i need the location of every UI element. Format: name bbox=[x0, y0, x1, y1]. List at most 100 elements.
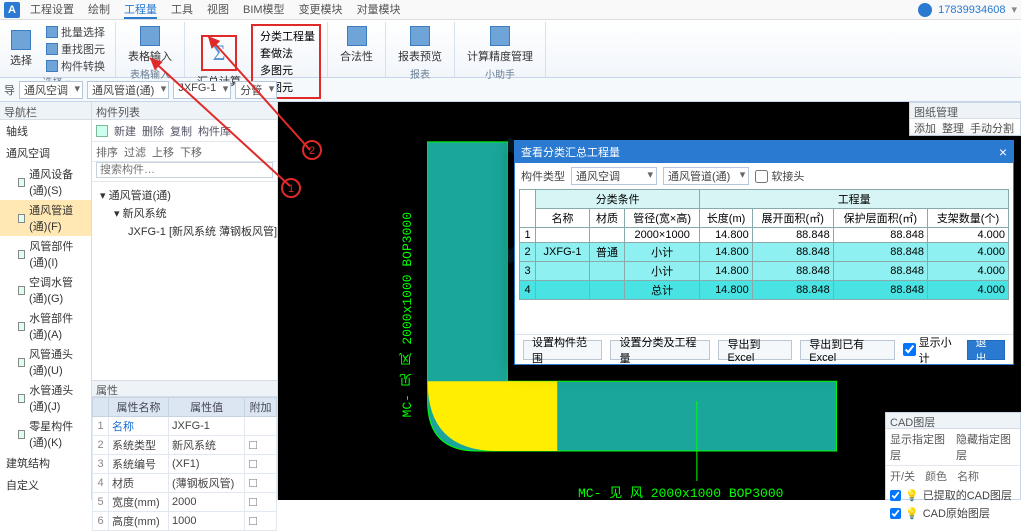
tab-hide[interactable]: 隐藏指定图层 bbox=[956, 431, 1016, 463]
split-button[interactable]: 手动分割 bbox=[970, 120, 1014, 136]
moveup-button[interactable]: 上移 bbox=[152, 144, 174, 160]
table-row[interactable]: 4总计14.80088.84888.8484.000 bbox=[520, 281, 1009, 300]
property-row[interactable]: 5宽度(mm)2000 bbox=[93, 493, 277, 512]
app-logo: A bbox=[4, 2, 20, 18]
user-id[interactable]: 17839934608 bbox=[938, 4, 1005, 16]
property-row[interactable]: 2系统类型新风系统 bbox=[93, 436, 277, 455]
menu-item[interactable]: 工程量 bbox=[124, 1, 157, 19]
nav-item[interactable]: 风管通头(通)(U) bbox=[0, 344, 91, 380]
left-nav-header: 导航栏 bbox=[0, 102, 91, 120]
convert[interactable]: 构件转换 bbox=[46, 58, 105, 74]
legality-button[interactable]: 合法性 bbox=[334, 24, 379, 66]
sort-button[interactable]: 排序 bbox=[96, 144, 118, 160]
close-icon[interactable]: × bbox=[999, 144, 1007, 160]
filter-type[interactable]: 通风管道(通) bbox=[87, 81, 169, 99]
nav-item[interactable]: 通风设备(通)(S) bbox=[0, 164, 91, 200]
movedown-button[interactable]: 下移 bbox=[180, 144, 202, 160]
multi-element[interactable]: 多图元 bbox=[257, 62, 315, 78]
filter-category[interactable]: 通风空调 bbox=[19, 81, 83, 99]
titlebar: A 工程设置 绘制 工程量 工具 视图 BIM模型 变更模块 对量模块 1783… bbox=[0, 0, 1021, 20]
menu-item[interactable]: 工具 bbox=[171, 1, 193, 19]
plus-icon bbox=[96, 125, 108, 137]
select-button[interactable]: 选择 bbox=[4, 24, 38, 74]
cad-layer-header: CAD图层 bbox=[886, 413, 1020, 429]
layer-checkbox[interactable] bbox=[890, 508, 901, 519]
refind[interactable]: 重找图元 bbox=[46, 41, 105, 57]
menu-item[interactable]: 工程设置 bbox=[30, 1, 74, 19]
set-range-button[interactable]: 设置构件范围 bbox=[523, 340, 602, 360]
property-row[interactable]: 1名称JXFG-1 bbox=[93, 417, 277, 436]
select-pipe[interactable]: 通风管道(通) bbox=[663, 167, 749, 185]
menu-item[interactable]: BIM模型 bbox=[243, 1, 285, 19]
copy-button[interactable]: 复制 bbox=[170, 123, 192, 139]
filter-scope[interactable]: 分管 bbox=[235, 81, 277, 99]
component-list-header: 构件列表 bbox=[92, 102, 277, 120]
left-nav: 导航栏 轴线 通风空调 通风设备(通)(S)通风管道(通)(F)风管部件(通)(… bbox=[0, 102, 92, 500]
component-list: 构件列表 新建 删除 复制 构件库 排序 过滤 上移 下移 ▾ 通风管道(通) … bbox=[92, 102, 278, 380]
property-row[interactable]: 4材质(薄钢板风管) bbox=[93, 474, 277, 493]
nav-group-hvac[interactable]: 通风空调 bbox=[0, 142, 91, 164]
col-header: 开/关 bbox=[890, 468, 915, 484]
ribbon: 选择 批量选择 重找图元 构件转换 选择 ▾ 表格输入 表格输入 Σ汇总计算 分… bbox=[0, 20, 1021, 78]
properties-header: 属性 bbox=[92, 381, 277, 397]
property-row[interactable]: 6高度(mm)1000 bbox=[93, 512, 277, 531]
add-button[interactable]: 添加 bbox=[914, 120, 936, 136]
table-row[interactable]: 3小计14.80088.84888.8484.000 bbox=[520, 262, 1009, 281]
drawing-mgmt-header: 图纸管理 bbox=[910, 103, 1020, 119]
tree-node[interactable]: ▾ 新风系统 bbox=[96, 204, 273, 222]
dialog-titlebar[interactable]: 查看分类汇总工程量 × bbox=[515, 141, 1013, 163]
precision-mgmt-button[interactable]: 计算精度管理 bbox=[461, 24, 539, 66]
classified-qty[interactable]: 分类工程量 bbox=[257, 28, 315, 44]
summary-table: 分类条件 工程量 名称材质管径(宽×高) 长度(m)展开面积(㎡)保护层面积(㎡… bbox=[519, 189, 1009, 300]
table-row[interactable]: 2JXFG-1普通小计14.80088.84888.8484.000 bbox=[520, 243, 1009, 262]
nav-item[interactable]: 水管部件(通)(A) bbox=[0, 308, 91, 344]
menu-item[interactable]: 对量模块 bbox=[357, 1, 401, 19]
new-button[interactable]: 新建 bbox=[114, 123, 136, 139]
table-row[interactable]: 12000×100014.80088.84888.8484.000 bbox=[520, 228, 1009, 243]
tree-leaf[interactable]: JXFG-1 [新风系统 薄钢板风管] 2000*1000 bbox=[96, 222, 273, 240]
tab-show[interactable]: 显示指定图层 bbox=[890, 431, 950, 463]
nav-item[interactable]: 风管部件(通)(I) bbox=[0, 236, 91, 272]
delete-button[interactable]: 删除 bbox=[142, 123, 164, 139]
filter-bar: 导 通风空调 通风管道(通) JXFG-1 分管 bbox=[0, 78, 1021, 102]
menu-item[interactable]: 绘制 bbox=[88, 1, 110, 19]
table-input-button[interactable]: 表格输入 bbox=[122, 24, 178, 66]
drawing-mgmt-panel: 图纸管理 添加 整理 手动分割 bbox=[909, 102, 1021, 136]
exit-button[interactable]: 退出 bbox=[967, 340, 1006, 360]
nav-item[interactable]: 通风管道(通)(F) bbox=[0, 200, 91, 236]
filter-component[interactable]: JXFG-1 bbox=[173, 81, 231, 99]
filter-button[interactable]: 过滤 bbox=[124, 144, 146, 160]
search-input[interactable] bbox=[96, 162, 273, 178]
dialog-title: 查看分类汇总工程量 bbox=[521, 144, 620, 160]
layer-row[interactable]: 💡已提取的CAD图层 bbox=[886, 486, 1020, 504]
library-button[interactable]: 构件库 bbox=[198, 123, 231, 139]
nav-group-axis[interactable]: 轴线 bbox=[0, 120, 91, 142]
nav-group-custom[interactable]: 自定义 bbox=[0, 474, 91, 496]
main-menu: 工程设置 绘制 工程量 工具 视图 BIM模型 变更模块 对量模块 bbox=[30, 1, 401, 19]
export-excel-button[interactable]: 导出到Excel bbox=[718, 340, 792, 360]
sigma-icon: Σ bbox=[201, 35, 237, 71]
layer-checkbox[interactable] bbox=[890, 490, 901, 501]
show-subtotal-checkbox[interactable]: 显示小计 bbox=[903, 334, 959, 366]
batch-select[interactable]: 批量选择 bbox=[46, 24, 105, 40]
nav-item[interactable]: 零星构件(通)(K) bbox=[0, 416, 91, 452]
tree-node[interactable]: ▾ 通风管道(通) bbox=[96, 186, 273, 204]
cad-layer-panel: CAD图层 显示指定图层 隐藏指定图层 开/关 颜色 名称 💡已提取的CAD图层… bbox=[885, 412, 1021, 500]
summary-dialog: 查看分类汇总工程量 × 构件类型 通风空调 通风管道(通) 软接头 分类条件 工… bbox=[514, 140, 1014, 365]
avatar[interactable] bbox=[918, 3, 932, 17]
menu-item[interactable]: 变更模块 bbox=[299, 1, 343, 19]
report-preview-button[interactable]: 报表预览 bbox=[392, 24, 448, 66]
nav-item[interactable]: 水管通头(通)(J) bbox=[0, 380, 91, 416]
suite-method[interactable]: 套做法 bbox=[257, 45, 315, 61]
select-category[interactable]: 通风空调 bbox=[571, 167, 657, 185]
export-existing-excel-button[interactable]: 导出到已有Excel bbox=[800, 340, 894, 360]
soft-joint-checkbox[interactable]: 软接头 bbox=[755, 168, 804, 184]
nav-item[interactable]: 空调水管(通)(G) bbox=[0, 272, 91, 308]
set-classify-button[interactable]: 设置分类及工程量 bbox=[610, 340, 710, 360]
organize-button[interactable]: 整理 bbox=[942, 120, 964, 136]
nav-group-struct[interactable]: 建筑结构 bbox=[0, 452, 91, 474]
layer-row[interactable]: 💡CAD原始图层 bbox=[886, 504, 1020, 522]
property-row[interactable]: 3系统编号(XF1) bbox=[93, 455, 277, 474]
component-tree[interactable]: ▾ 通风管道(通) ▾ 新风系统 JXFG-1 [新风系统 薄钢板风管] 200… bbox=[92, 182, 277, 380]
menu-item[interactable]: 视图 bbox=[207, 1, 229, 19]
